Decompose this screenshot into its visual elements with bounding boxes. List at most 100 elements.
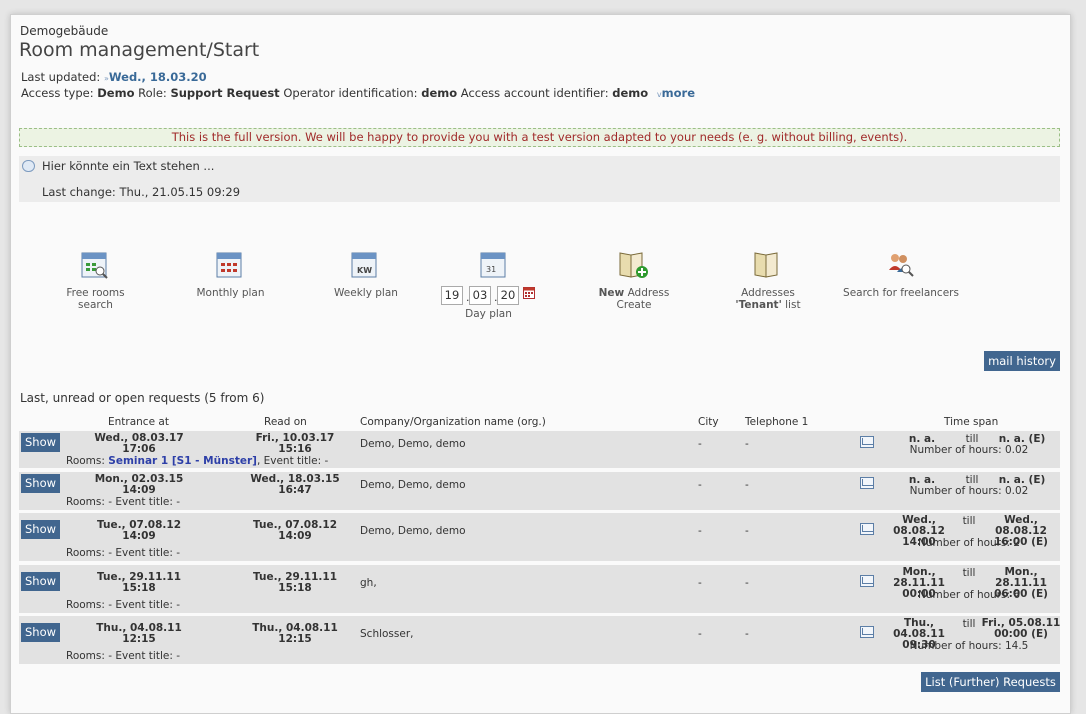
room-link[interactable]: Seminar 1 [S1 - Münster] (108, 455, 257, 467)
kw-label: KW (357, 266, 373, 275)
operator-value: demo (421, 86, 458, 100)
mail-icon[interactable] (860, 436, 874, 448)
last-updated-link[interactable]: Wed., 18.03.20 (109, 70, 207, 84)
svg-text:31: 31 (486, 265, 496, 274)
mail-icon[interactable] (860, 626, 874, 638)
entrance-time: 12:15 (122, 633, 156, 645)
number-of-hours: Number of hours: 14.5 (909, 640, 1029, 652)
page-title: Room management/Start (19, 39, 260, 61)
span-to-time: 00:00 (E) (994, 628, 1048, 640)
info-last-change: Last change: Thu., 21.05.15 09:29 (42, 185, 241, 199)
monthly-calendar-icon (216, 252, 242, 278)
table-row: Show Mon., 02.03.15 14:09 Wed., 18.03.15… (19, 472, 1060, 510)
span-from-date: Thu., 04.08.11 (893, 617, 945, 640)
tenant-label: 'Tenant' (735, 299, 782, 311)
info-text: Hier könnte ein Text stehen ... (42, 159, 215, 173)
header-read-on: Read on (264, 416, 307, 428)
telephone: - (745, 479, 749, 491)
account-value: demo (612, 86, 649, 100)
show-button[interactable]: Show (21, 474, 60, 493)
read-time: 16:47 (278, 484, 312, 496)
number-of-hours: Number of hours: 2 (917, 537, 1021, 549)
company-name: Schlosser, (360, 628, 414, 640)
calendar-picker-icon[interactable] (523, 287, 535, 299)
rooms-line: Rooms: - Event title: - (66, 650, 180, 662)
show-button[interactable]: Show (21, 623, 60, 642)
read-time: 15:18 (278, 582, 312, 594)
free-rooms-label-2: search (78, 299, 113, 311)
telephone: - (745, 525, 749, 537)
day-calendar-icon[interactable]: 31 (480, 252, 508, 279)
table-row: Show Tue., 07.08.12 14:09 Tue., 07.08.12… (19, 513, 1060, 561)
table-row: Show Thu., 04.08.11 12:15 Thu., 04.08.11… (19, 616, 1060, 664)
header-city: City (698, 416, 719, 428)
number-of-hours: Number of hours: 6 (917, 589, 1021, 601)
mail-icon[interactable] (860, 523, 874, 535)
city: - (698, 479, 702, 491)
building-name: Demogebäude (20, 24, 109, 38)
till-label: till (962, 567, 976, 579)
telephone: - (745, 577, 749, 589)
company-name: Demo, Demo, demo (360, 525, 466, 537)
header-entrance: Entrance at (108, 416, 169, 428)
company-name: gh, (360, 577, 377, 589)
read-time: 15:16 (278, 443, 312, 455)
city: - (698, 628, 702, 640)
mail-history-button[interactable]: mail history (984, 351, 1060, 371)
city: - (698, 577, 702, 589)
telephone: - (745, 628, 749, 640)
table-row: Show Wed., 08.03.17 17:06 Fri., 10.03.17… (19, 431, 1060, 468)
entrance-time: 14:09 (122, 530, 156, 542)
address-book-icon (754, 252, 778, 278)
event-title: , Event title: - (256, 455, 329, 467)
company-name: Demo, Demo, demo (360, 438, 466, 450)
read-time: 12:15 (278, 633, 312, 645)
chevron-down-icon: v (651, 90, 662, 99)
entrance-time: 14:09 (122, 484, 156, 496)
list-further-requests-button[interactable]: List (Further) Requests (921, 672, 1060, 692)
year-input[interactable]: 20 (497, 286, 519, 305)
role-value: Support Request (170, 86, 280, 100)
freelancers-label: Search for freelancers (843, 287, 959, 299)
list-label: list (785, 299, 801, 311)
mail-icon[interactable] (860, 575, 874, 587)
day-input[interactable]: 19 (441, 286, 463, 305)
addresses-label: Addresses (741, 287, 795, 299)
telephone: - (745, 438, 749, 450)
more-link[interactable]: more (662, 86, 695, 100)
mail-icon[interactable] (860, 477, 874, 489)
people-search-icon (889, 254, 914, 277)
entrance-time: 15:18 (122, 582, 156, 594)
month-input[interactable]: 03 (469, 286, 491, 305)
rooms-line: Rooms: Seminar 1 [S1 - Münster], Event t… (66, 455, 328, 467)
rooms-label: Rooms: (66, 455, 105, 467)
access-type-label: Access type: (21, 86, 94, 100)
span-from-date: Wed., 08.08.12 (893, 514, 945, 537)
new-label: New (598, 287, 625, 299)
read-time: 14:09 (278, 530, 312, 542)
free-rooms-label: Free rooms (66, 287, 125, 299)
access-type-value: Demo (97, 86, 135, 100)
show-button[interactable]: Show (21, 520, 60, 539)
account-label: Access account identifier: (460, 86, 609, 100)
main-panel: Demogebäude Room management/Start Last u… (10, 14, 1071, 714)
speech-bubble-icon (22, 160, 35, 172)
rooms-line: Rooms: - Event title: - (66, 599, 180, 611)
operator-label: Operator identification: (283, 86, 418, 100)
till-label: till (962, 515, 976, 527)
access-info-line: Access type: Demo Role: Support Request … (21, 86, 695, 100)
version-notice: This is the full version. We will be hap… (19, 128, 1060, 147)
day-plan-label: Day plan (465, 308, 512, 320)
free-rooms-icon (81, 252, 108, 279)
span-to-date: Mon., 28.11.11 (995, 566, 1047, 589)
company-name: Demo, Demo, demo (360, 479, 466, 491)
show-button[interactable]: Show (21, 572, 60, 591)
show-button[interactable]: Show (21, 433, 60, 452)
rooms-line: Rooms: - Event title: - (66, 547, 180, 559)
table-row: Show Tue., 29.11.11 15:18 Tue., 29.11.11… (19, 565, 1060, 613)
header-company: Company/Organization name (org.) (360, 416, 546, 428)
header-telephone: Telephone 1 (745, 416, 809, 428)
entrance-time: 17:06 (122, 443, 156, 455)
info-box: Hier könnte ein Text stehen ... Last cha… (19, 156, 1060, 202)
requests-section-title: Last, unread or open requests (5 from 6) (20, 391, 265, 405)
